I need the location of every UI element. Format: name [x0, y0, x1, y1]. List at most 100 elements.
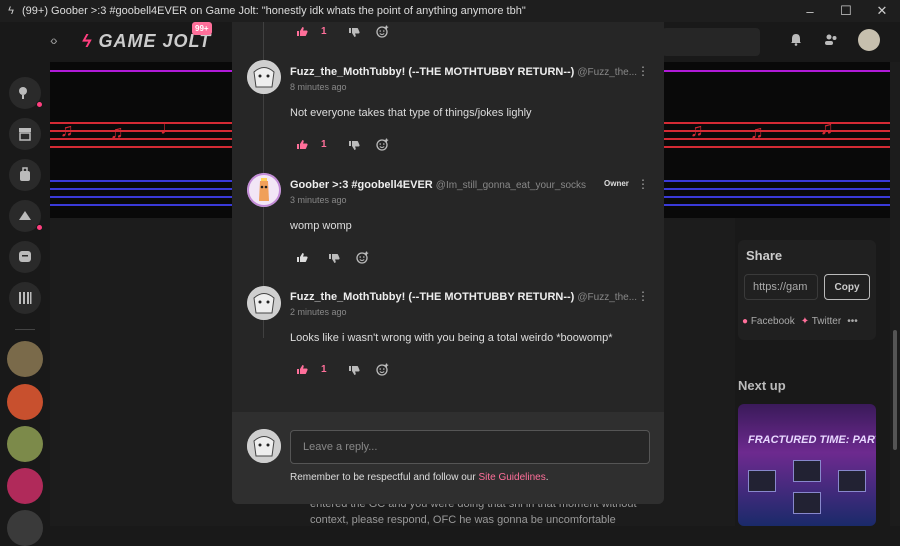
thumb-decoration	[838, 470, 866, 492]
library-icon[interactable]	[9, 282, 41, 314]
commenter-handle: @Fuzz_the...	[577, 292, 638, 303]
commenter-name-text: Fuzz_the_MothTubby! (--THE MOTHTUBBY RET…	[290, 66, 575, 78]
current-user-avatar	[247, 429, 281, 463]
note-prefix: Remember to be respectful and follow our	[290, 472, 479, 483]
share-panel: Share https://gam Copy ● Facebook ✦ Twit…	[738, 240, 876, 340]
add-reaction-icon[interactable]	[376, 138, 389, 151]
next-up-game-thumbnail[interactable]: FRACTURED TIME: PART 1	[738, 404, 876, 526]
comment-text: womp womp	[290, 220, 352, 232]
window-titlebar: ϟ (99+) Goober >:3 #goobell4EVER on Game…	[0, 0, 900, 22]
rail-separator	[15, 329, 35, 330]
dislike-button[interactable]	[348, 140, 360, 151]
community-avatar[interactable]	[7, 468, 43, 504]
commenter-name[interactable]: Fuzz_the_MothTubby! (--THE MOTHTUBBY RET…	[290, 291, 637, 303]
comment-thread: 1 Fuzz_the_MothTubby! (--THE MOTHTUBBY R…	[232, 22, 664, 412]
thumb-decoration	[748, 470, 776, 492]
commenter-avatar[interactable]	[247, 60, 281, 94]
commenter-name-text: Goober >:3 #goobell4EVER	[290, 179, 433, 191]
kebab-icon[interactable]: ⋮	[637, 177, 649, 191]
bell-icon[interactable]	[790, 33, 802, 46]
music-note-icon: ♫	[750, 122, 764, 142]
gamejolt-logo[interactable]: ϟ GAME JOLT	[82, 31, 211, 52]
twitter-share-link[interactable]: ✦ Twitter	[801, 316, 841, 327]
music-note-icon: ♫	[820, 118, 834, 138]
music-note-icon: ♩	[160, 118, 178, 138]
comment-thread-modal: 1 Fuzz_the_MothTubby! (--THE MOTHTUBBY R…	[232, 22, 664, 504]
note-suffix: .	[545, 472, 549, 483]
commenter-avatar[interactable]	[247, 286, 281, 320]
dislike-button[interactable]	[348, 365, 360, 376]
next-up-heading: Next up	[738, 378, 786, 393]
commenter-handle: @Im_still_gonna_eat_your_socks	[435, 180, 587, 191]
comment-text: Not everyone takes that type of things/j…	[290, 107, 532, 119]
add-reaction-icon[interactable]	[356, 251, 369, 264]
commenter-name[interactable]: Fuzz_the_MothTubby! (--THE MOTHTUBBY RET…	[290, 66, 637, 78]
thumb-decoration	[793, 460, 821, 482]
music-note-icon: ♫	[60, 120, 74, 140]
dislike-button[interactable]	[328, 253, 340, 264]
left-rail	[0, 22, 50, 546]
owner-badge: Owner	[604, 179, 629, 188]
twitter-label: Twitter	[811, 316, 842, 327]
search-bar[interactable]	[662, 28, 760, 56]
reply-composer: Leave a reply... Remember to be respectf…	[232, 412, 664, 504]
comment-time: 3 minutes ago	[290, 195, 347, 205]
store-icon[interactable]	[9, 118, 41, 150]
site-guidelines-link[interactable]: Site Guidelines	[478, 472, 545, 483]
chat-icon[interactable]	[9, 241, 41, 273]
like-count: 1	[321, 139, 327, 150]
kebab-icon[interactable]: ⋮	[637, 64, 649, 78]
share-title: Share	[746, 248, 783, 263]
background-text: context, please respond, OFC he was gonn…	[310, 514, 616, 526]
maximize-button[interactable]: ☐	[828, 3, 864, 19]
forward-button[interactable]: ›	[53, 32, 58, 48]
scrollbar-thumb[interactable]	[893, 330, 897, 450]
window-title: (99+) Goober >:3 #goobell4EVER on Game J…	[22, 5, 526, 17]
add-reaction-icon[interactable]	[376, 363, 389, 376]
community-avatar[interactable]	[7, 426, 43, 462]
more-share-button[interactable]: •••	[847, 316, 858, 327]
owner-avatar[interactable]	[247, 173, 281, 207]
twitter-icon: ✦	[800, 316, 810, 327]
close-button[interactable]: ✕	[864, 3, 900, 19]
minimize-button[interactable]: –	[792, 4, 828, 19]
comment-text: Looks like i wasn't wrong with you being…	[290, 332, 613, 344]
reply-guidelines-note: Remember to be respectful and follow our…	[290, 472, 548, 483]
facebook-label: Facebook	[750, 316, 795, 327]
commenter-handle: @Fuzz_the...	[577, 67, 638, 78]
like-button[interactable]	[296, 26, 308, 37]
notification-count-badge: 99+	[192, 22, 212, 35]
copy-button[interactable]: Copy	[824, 274, 870, 300]
facebook-icon: ●	[742, 316, 749, 327]
share-url-input[interactable]: https://gam	[744, 274, 818, 300]
commenter-name[interactable]: Goober >:3 #goobell4EVER @Im_still_gonna…	[290, 179, 586, 191]
like-count: 1	[321, 26, 327, 37]
like-button[interactable]	[296, 139, 308, 150]
game-title: FRACTURED TIME: PART 1	[748, 434, 876, 446]
dislike-button[interactable]	[348, 27, 360, 38]
user-avatar[interactable]	[858, 29, 880, 51]
community-avatar[interactable]	[7, 384, 43, 420]
bolt-icon: ϟ	[82, 31, 93, 51]
reply-input[interactable]: Leave a reply...	[290, 430, 650, 464]
backpack-icon[interactable]	[9, 159, 41, 191]
thumb-decoration	[793, 492, 821, 514]
commenter-name-text: Fuzz_the_MothTubby! (--THE MOTHTUBBY RET…	[290, 291, 575, 303]
like-button[interactable]	[296, 252, 308, 263]
music-note-icon: ♫	[690, 120, 704, 140]
page-scrollbar[interactable]	[890, 62, 900, 526]
facebook-share-link[interactable]: ● Facebook	[742, 316, 795, 327]
like-count: 1	[321, 364, 327, 375]
community-avatar[interactable]	[7, 510, 43, 546]
activity-dot	[36, 101, 43, 108]
add-reaction-icon[interactable]	[376, 25, 389, 38]
music-note-icon: ♫	[110, 122, 124, 142]
comment-time: 2 minutes ago	[290, 307, 347, 317]
kebab-icon[interactable]: ⋮	[637, 289, 649, 303]
quests-dot	[36, 224, 43, 231]
community-avatar[interactable]	[7, 341, 43, 377]
like-button[interactable]	[296, 364, 308, 375]
friends-icon[interactable]	[824, 33, 838, 46]
gamejolt-app-icon: ϟ	[8, 5, 14, 17]
comment-time: 8 minutes ago	[290, 82, 347, 92]
